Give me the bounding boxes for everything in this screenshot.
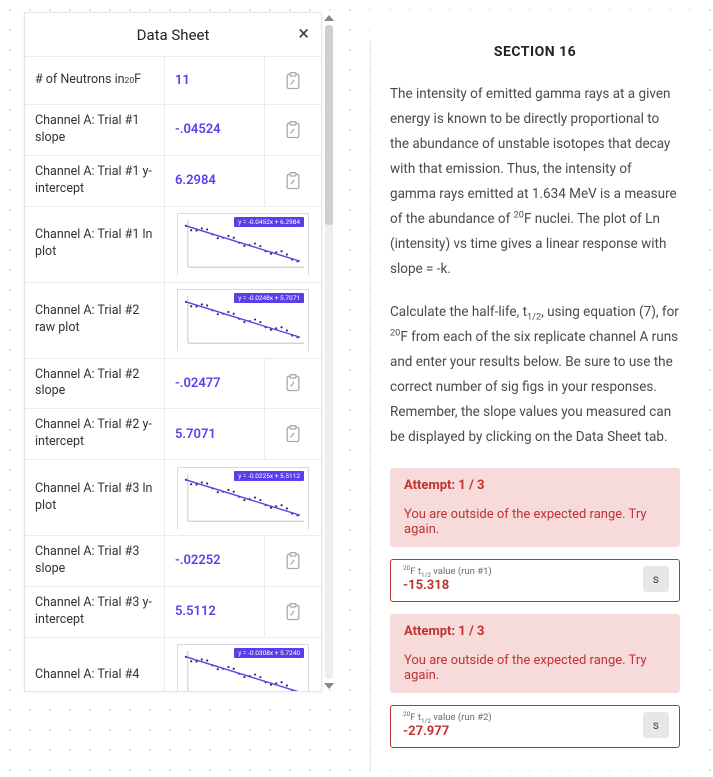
- table-row: Channel A: Trial #1 ln plot y = -0.0452x…: [25, 207, 321, 283]
- attempt-box: Attempt: 1 / 3 You are outside of the ex…: [390, 468, 680, 547]
- unit-chip[interactable]: s: [643, 712, 669, 738]
- table-row: # of Neutrons in 20F 11: [25, 57, 321, 105]
- row-value: -.04524: [165, 105, 265, 155]
- plot-thumbnail[interactable]: y = -0.0452x + 6.2984: [177, 213, 309, 275]
- fit-equation: y = -0.0452x + 6.2984: [234, 217, 304, 227]
- table-row: Channel A: Trial #2 raw plot y = -0.0248…: [25, 283, 321, 359]
- row-label: Channel A: Trial #3 y-intercept: [25, 587, 165, 637]
- plot-thumbnail[interactable]: y = -0.0225x + 5.5112: [177, 467, 309, 529]
- row-label: Channel A: Trial #2 y-intercept: [25, 409, 165, 459]
- row-label: # of Neutrons in 20F: [25, 57, 165, 104]
- row-label: Channel A: Trial #1 ln plot: [25, 207, 165, 282]
- scroll-thumb[interactable]: [325, 25, 333, 225]
- row-label: Channel A: Trial #3 ln plot: [25, 460, 165, 535]
- row-label: Channel A: Trial #2 raw plot: [25, 283, 165, 358]
- row-action: [265, 536, 321, 586]
- data-sheet-header: Data Sheet ×: [25, 13, 321, 57]
- row-value: -.02477: [165, 359, 265, 409]
- row-label: Channel A: Trial #1 slope: [25, 105, 165, 155]
- row-label: Channel A: Trial #2 slope: [25, 359, 165, 409]
- fit-equation: y = -0.0225x + 5.5112: [234, 471, 304, 481]
- clipboard-icon[interactable]: [283, 70, 303, 92]
- table-row: Channel A: Trial #3 y-intercept 5.5112: [25, 587, 321, 638]
- row-action: [265, 587, 321, 637]
- fit-equation: y = -0.0308x + 5.7240: [234, 648, 304, 658]
- data-sheet-panel: Data Sheet × # of Neutrons in 20F 11 Cha…: [24, 12, 322, 692]
- clipboard-icon[interactable]: [283, 119, 303, 141]
- row-value: 5.5112: [165, 587, 265, 637]
- table-row: Channel A: Trial #4 y = -0.0308x + 5.724…: [25, 638, 321, 692]
- clipboard-icon[interactable]: [283, 550, 303, 572]
- row-action: [265, 409, 321, 459]
- row-value: 5.7071: [165, 409, 265, 459]
- scroll-up-icon[interactable]: [324, 15, 334, 21]
- answers-region: Attempt: 1 / 3 You are outside of the ex…: [390, 468, 680, 748]
- table-row: Channel A: Trial #2 slope -.02477: [25, 359, 321, 410]
- row-value: -.02252: [165, 536, 265, 586]
- data-sheet-title: Data Sheet: [25, 26, 321, 44]
- attempt-message: You are outside of the expected range. T…: [404, 507, 666, 537]
- table-row: Channel A: Trial #3 ln plot y = -0.0225x…: [25, 460, 321, 536]
- row-plot[interactable]: y = -0.0452x + 6.2984: [165, 207, 321, 282]
- table-row: Channel A: Trial #1 slope -.04524: [25, 105, 321, 156]
- table-row: Channel A: Trial #1 y-intercept 6.2984: [25, 156, 321, 207]
- section-title: SECTION 16: [390, 44, 680, 60]
- attempt-counter: Attempt: 1 / 3: [404, 478, 666, 493]
- section-paragraph-2: Calculate the half-life, t1/2, using equ…: [390, 300, 680, 450]
- plot-thumbnail[interactable]: y = -0.0248x + 5.7071: [177, 289, 309, 351]
- table-row: Channel A: Trial #2 y-intercept 5.7071: [25, 409, 321, 460]
- answer-input-box[interactable]: 20F t1/2 value (run #1) -15.318 s: [390, 559, 680, 602]
- scroll-rail[interactable]: [325, 25, 333, 679]
- row-value: 11: [165, 57, 265, 104]
- attempt-box: Attempt: 1 / 3 You are outside of the ex…: [390, 614, 680, 693]
- row-action: [265, 105, 321, 155]
- answer-block: Attempt: 1 / 3 You are outside of the ex…: [390, 614, 680, 748]
- answer-input-box[interactable]: 20F t1/2 value (run #2) -27.977 s: [390, 705, 680, 748]
- section-body: The intensity of emitted gamma rays at a…: [390, 82, 680, 450]
- attempt-message: You are outside of the expected range. T…: [404, 653, 666, 683]
- section-paragraph-1: The intensity of emitted gamma rays at a…: [390, 82, 680, 282]
- row-action: [265, 57, 321, 104]
- answer-value[interactable]: -27.977: [403, 724, 643, 739]
- row-action: [265, 359, 321, 409]
- section-panel: SECTION 16 The intensity of emitted gamm…: [370, 10, 700, 770]
- answer-label: 20F t1/2 value (run #1): [403, 566, 643, 577]
- plot-thumbnail[interactable]: y = -0.0308x + 5.7240: [177, 644, 309, 691]
- answer-label: 20F t1/2 value (run #2): [403, 712, 643, 723]
- row-value: 6.2984: [165, 156, 265, 206]
- answer-block: Attempt: 1 / 3 You are outside of the ex…: [390, 468, 680, 602]
- row-plot[interactable]: y = -0.0248x + 5.7071: [165, 283, 321, 358]
- close-icon[interactable]: ×: [298, 23, 309, 43]
- answer-value[interactable]: -15.318: [403, 578, 643, 593]
- unit-chip[interactable]: s: [643, 566, 669, 592]
- clipboard-icon[interactable]: [283, 372, 303, 394]
- table-row: Channel A: Trial #3 slope -.02252: [25, 536, 321, 587]
- row-plot[interactable]: y = -0.0225x + 5.5112: [165, 460, 321, 535]
- fit-equation: y = -0.0248x + 5.7071: [234, 293, 304, 303]
- data-sheet-scroll[interactable]: # of Neutrons in 20F 11 Channel A: Trial…: [25, 57, 321, 691]
- scrollbar[interactable]: [323, 13, 335, 691]
- clipboard-icon[interactable]: [283, 601, 303, 623]
- row-plot[interactable]: y = -0.0308x + 5.7240: [165, 638, 321, 692]
- clipboard-icon[interactable]: [283, 423, 303, 445]
- attempt-counter: Attempt: 1 / 3: [404, 624, 666, 639]
- scroll-down-icon[interactable]: [324, 683, 334, 689]
- row-action: [265, 156, 321, 206]
- row-label: Channel A: Trial #4: [25, 638, 165, 692]
- row-label: Channel A: Trial #1 y-intercept: [25, 156, 165, 206]
- clipboard-icon[interactable]: [283, 170, 303, 192]
- row-label: Channel A: Trial #3 slope: [25, 536, 165, 586]
- data-sheet-body: # of Neutrons in 20F 11 Channel A: Trial…: [25, 57, 321, 691]
